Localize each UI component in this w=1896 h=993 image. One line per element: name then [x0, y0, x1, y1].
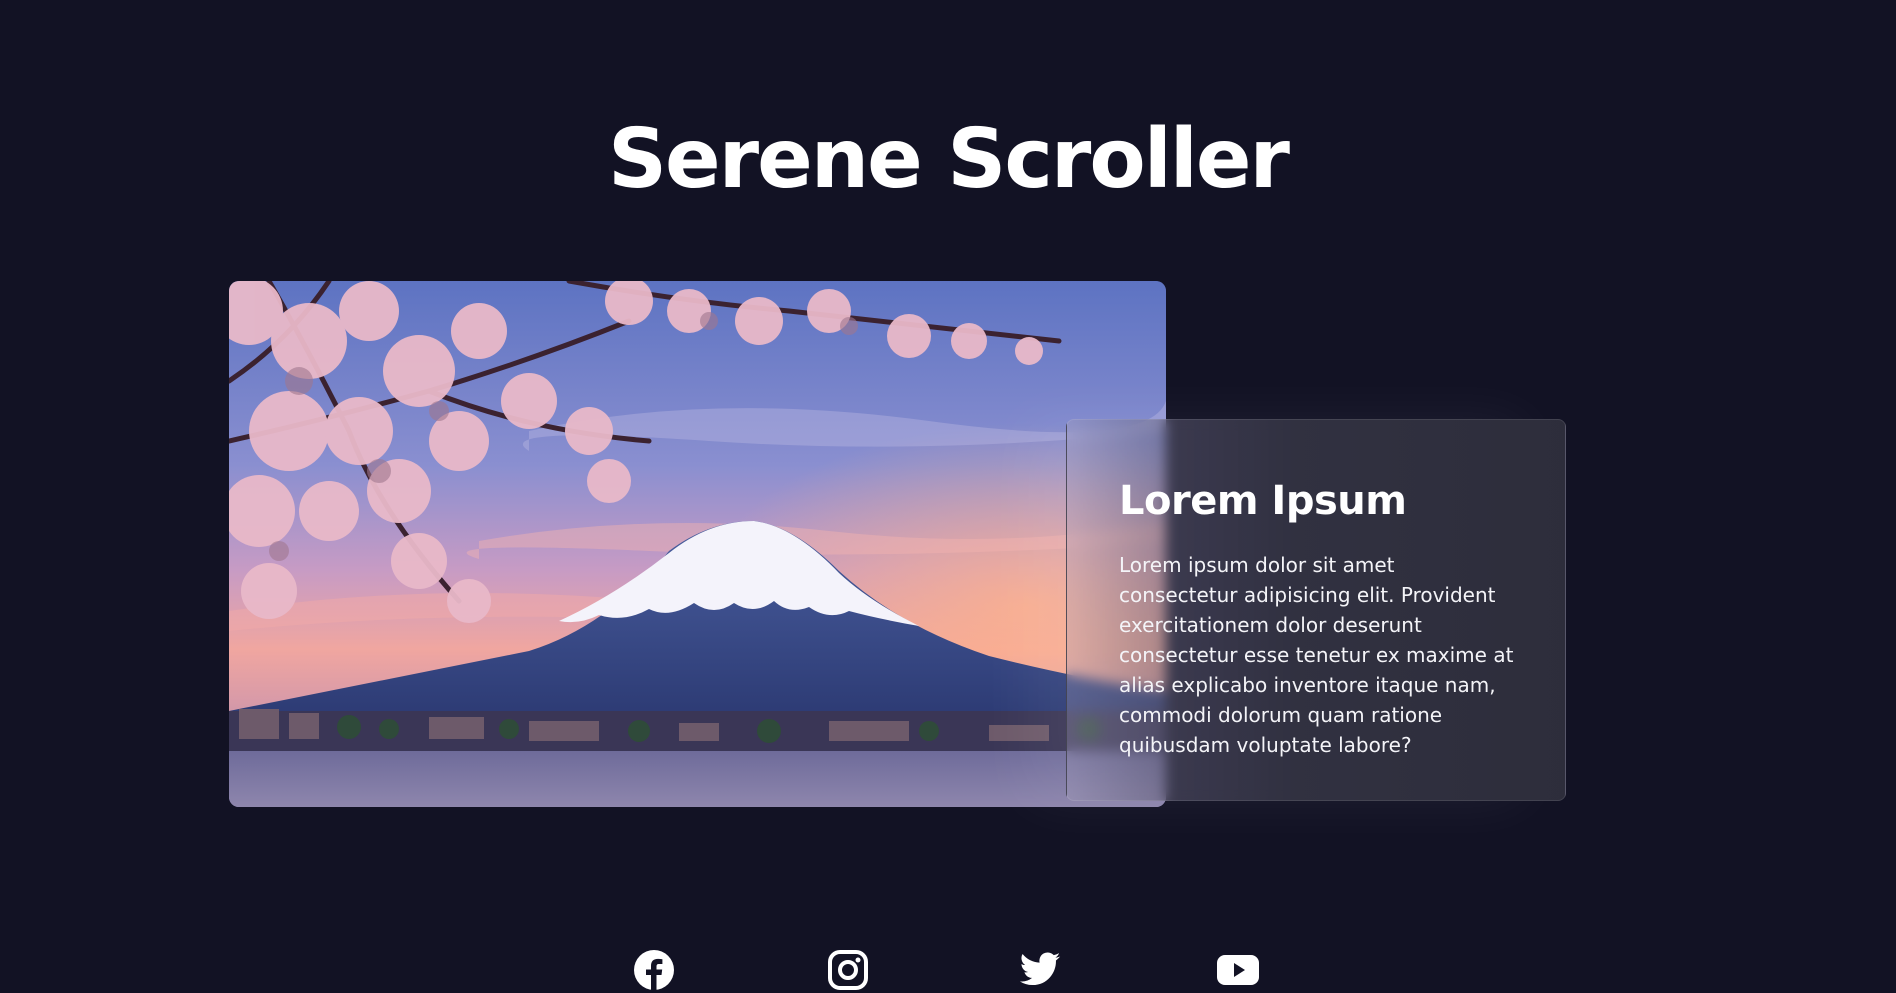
youtube-link[interactable]	[1216, 948, 1260, 992]
youtube-icon	[1217, 955, 1259, 985]
page-title: Serene Scroller	[608, 112, 1290, 207]
twitter-link[interactable]	[1018, 948, 1062, 992]
twitter-icon	[1019, 952, 1061, 986]
instagram-link[interactable]	[826, 948, 870, 992]
info-card: Lorem Ipsum Lorem ipsum dolor sit amet c…	[1066, 419, 1566, 801]
hero-image	[229, 281, 1166, 807]
card-heading: Lorem Ipsum	[1119, 478, 1407, 524]
facebook-icon	[634, 950, 674, 992]
instagram-icon	[828, 950, 868, 990]
social-links	[0, 948, 1896, 993]
facebook-link[interactable]	[632, 948, 676, 992]
card-body-text: Lorem ipsum dolor sit amet consectetur a…	[1119, 553, 1514, 757]
